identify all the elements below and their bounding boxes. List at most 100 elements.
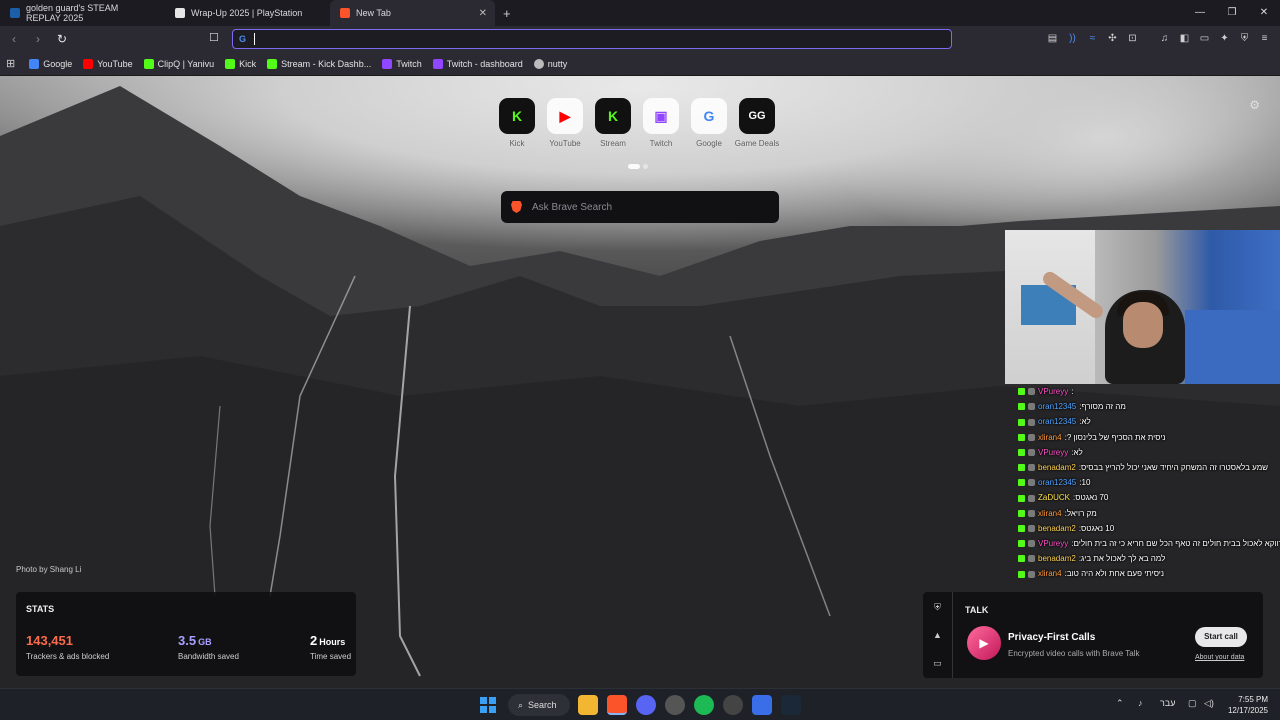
new-tab-button[interactable]: +: [503, 6, 511, 21]
media-icon[interactable]: ♫: [1158, 32, 1171, 45]
chat-message: benadam2: למה בא לך לאכול את ביג: [1018, 551, 1280, 566]
bookmark-nutty[interactable]: nutty: [533, 58, 567, 69]
tab-title: golden guard's STEAM REPLAY 2025: [26, 3, 119, 23]
bandwidth-desc: Bandwidth saved: [178, 652, 239, 661]
top-site-kick[interactable]: K Kick: [497, 98, 537, 148]
shields-icon[interactable]: ⛨: [1238, 32, 1251, 45]
back-button[interactable]: ‹: [4, 32, 24, 46]
chat-message: oran12345: לא: [1018, 414, 1280, 429]
chat-text: לא: [1081, 417, 1091, 427]
chat-text: לא: [1073, 447, 1083, 457]
twitch-icon: ▣: [643, 98, 679, 134]
bookmark-google[interactable]: Google: [29, 58, 72, 69]
kick-icon: K: [499, 98, 535, 134]
user-badge-icon: [1028, 388, 1035, 396]
top-site-twitch[interactable]: ▣ Twitch: [641, 98, 681, 148]
google-icon: G: [691, 98, 727, 134]
chat-username: benadam2: [1038, 523, 1076, 533]
forward-button[interactable]: ›: [28, 32, 48, 46]
photo-credit[interactable]: Photo by Shang Li: [16, 565, 81, 574]
tab-new-tab[interactable]: New Tab ✕: [330, 0, 495, 26]
bookmark-twitch[interactable]: Twitch: [382, 58, 422, 69]
top-site-youtube[interactable]: ▶ YouTube: [545, 98, 585, 148]
clock-time: 7:55 PM: [1238, 695, 1268, 704]
taskbar-search-label: Search: [528, 700, 557, 710]
chat-text: 10: [1081, 478, 1091, 488]
minimize-button[interactable]: —: [1184, 0, 1216, 26]
chat-message: VPureyy: לא: [1018, 445, 1280, 460]
brave-search-box[interactable]: [501, 191, 779, 223]
search-input[interactable]: [532, 201, 762, 213]
webcam-overlay: [1005, 230, 1280, 384]
search-icon: ⌕: [518, 699, 524, 710]
top-site-game-deals[interactable]: GG Game Deals: [735, 98, 779, 148]
rewards-widget-icon[interactable]: ▲: [923, 630, 952, 648]
bookmark-clipq[interactable]: ClipQ | Yanivu: [143, 58, 214, 69]
talk-widget-icon[interactable]: ▭: [923, 658, 952, 676]
close-tab-icon[interactable]: ✕: [479, 8, 487, 19]
bookmark-youtube[interactable]: YouTube: [83, 58, 133, 69]
clock-date: 12/17/2025: [1227, 706, 1268, 715]
tray-overflow-icon[interactable]: ⌃: [1116, 698, 1124, 709]
reload-button[interactable]: ↻: [52, 32, 72, 46]
bookmark-label: Twitch - dashboard: [446, 58, 523, 69]
app-icon[interactable]: [665, 695, 685, 715]
taskbar-search[interactable]: ⌕ Search: [508, 694, 570, 716]
tab-playstation[interactable]: Wrap-Up 2025 | PlayStation: [165, 0, 330, 26]
app-icon[interactable]: [723, 695, 743, 715]
spotify-icon[interactable]: [694, 695, 714, 715]
start-button[interactable]: [480, 697, 496, 713]
bookmark-twitch-dashboard[interactable]: Twitch - dashboard: [432, 58, 523, 69]
stat-time: 2 Hours Time saved: [310, 632, 351, 661]
youtube-icon: ▶: [547, 98, 583, 134]
start-call-button[interactable]: Start call: [1195, 627, 1247, 647]
url-input[interactable]: [255, 33, 856, 45]
playstation-icon: [175, 8, 185, 18]
translate-icon[interactable]: ≈: [1086, 32, 1099, 45]
bookmark-icon[interactable]: ☐: [209, 31, 219, 44]
user-badge-icon: [1028, 433, 1035, 441]
about-data-link[interactable]: About your data: [1195, 654, 1244, 661]
language-indicator[interactable]: עבר: [1160, 698, 1175, 708]
volume-icon[interactable]: ◁): [1204, 698, 1214, 709]
kick-icon: [267, 58, 278, 69]
menu-icon[interactable]: ≡: [1258, 32, 1271, 45]
app-icon[interactable]: [752, 695, 772, 715]
chat-username: VPureyy: [1038, 539, 1069, 549]
bookmark-kick-dashboard[interactable]: Stream - Kick Dashb...: [267, 58, 371, 69]
top-sites-pager[interactable]: [628, 164, 648, 169]
file-explorer-icon[interactable]: [578, 695, 598, 715]
discord-icon[interactable]: [636, 695, 656, 715]
wallet-icon[interactable]: ▭: [1198, 32, 1211, 45]
extensions-icon[interactable]: ✣: [1106, 32, 1119, 45]
microphone-icon[interactable]: ♪: [1138, 698, 1143, 708]
shield-widget-icon[interactable]: ⛨: [923, 602, 952, 620]
kick-badge-icon: [1018, 509, 1025, 517]
bookmark-kick[interactable]: Kick: [225, 58, 256, 69]
address-bar[interactable]: G: [232, 29, 952, 49]
leo-ai-icon[interactable]: ✦: [1218, 32, 1231, 45]
top-site-google[interactable]: G Google: [689, 98, 729, 148]
stats-widget: STATS 143,451 Trackers & ads blocked 3.5…: [16, 592, 356, 676]
tab-steam-replay[interactable]: golden guard's STEAM REPLAY 2025: [0, 0, 165, 26]
kick-icon: [225, 58, 236, 69]
close-window-button[interactable]: ✕: [1248, 0, 1280, 26]
system-clock[interactable]: 7:55 PM 12/17/2025: [1228, 694, 1268, 716]
steam-taskbar-icon[interactable]: [781, 695, 801, 715]
chat-text: מה זה מסורף: [1081, 402, 1126, 412]
kick-icon: K: [595, 98, 631, 134]
sidebar-icon[interactable]: ◧: [1178, 32, 1191, 45]
top-site-stream[interactable]: K Stream: [593, 98, 633, 148]
brave-taskbar-icon[interactable]: [607, 695, 627, 715]
network-icon[interactable]: ▢: [1188, 698, 1197, 709]
kick-badge-icon: [1018, 570, 1025, 578]
user-badge-icon: [1028, 418, 1035, 426]
bandwidth-unit: GB: [198, 637, 212, 647]
reader-icon[interactable]: ▤: [1046, 32, 1059, 45]
audio-icon[interactable]: )): [1066, 32, 1079, 45]
apps-grid-icon[interactable]: ⊞: [6, 57, 15, 70]
chat-message: benadam2: שמע בלאסטרו זה המשחק היחיד שאנ…: [1018, 460, 1280, 475]
screenshot-icon[interactable]: ⊡: [1126, 32, 1139, 45]
maximize-button[interactable]: ❐: [1216, 0, 1248, 26]
settings-gear-icon[interactable]: ⚙: [1249, 98, 1260, 112]
